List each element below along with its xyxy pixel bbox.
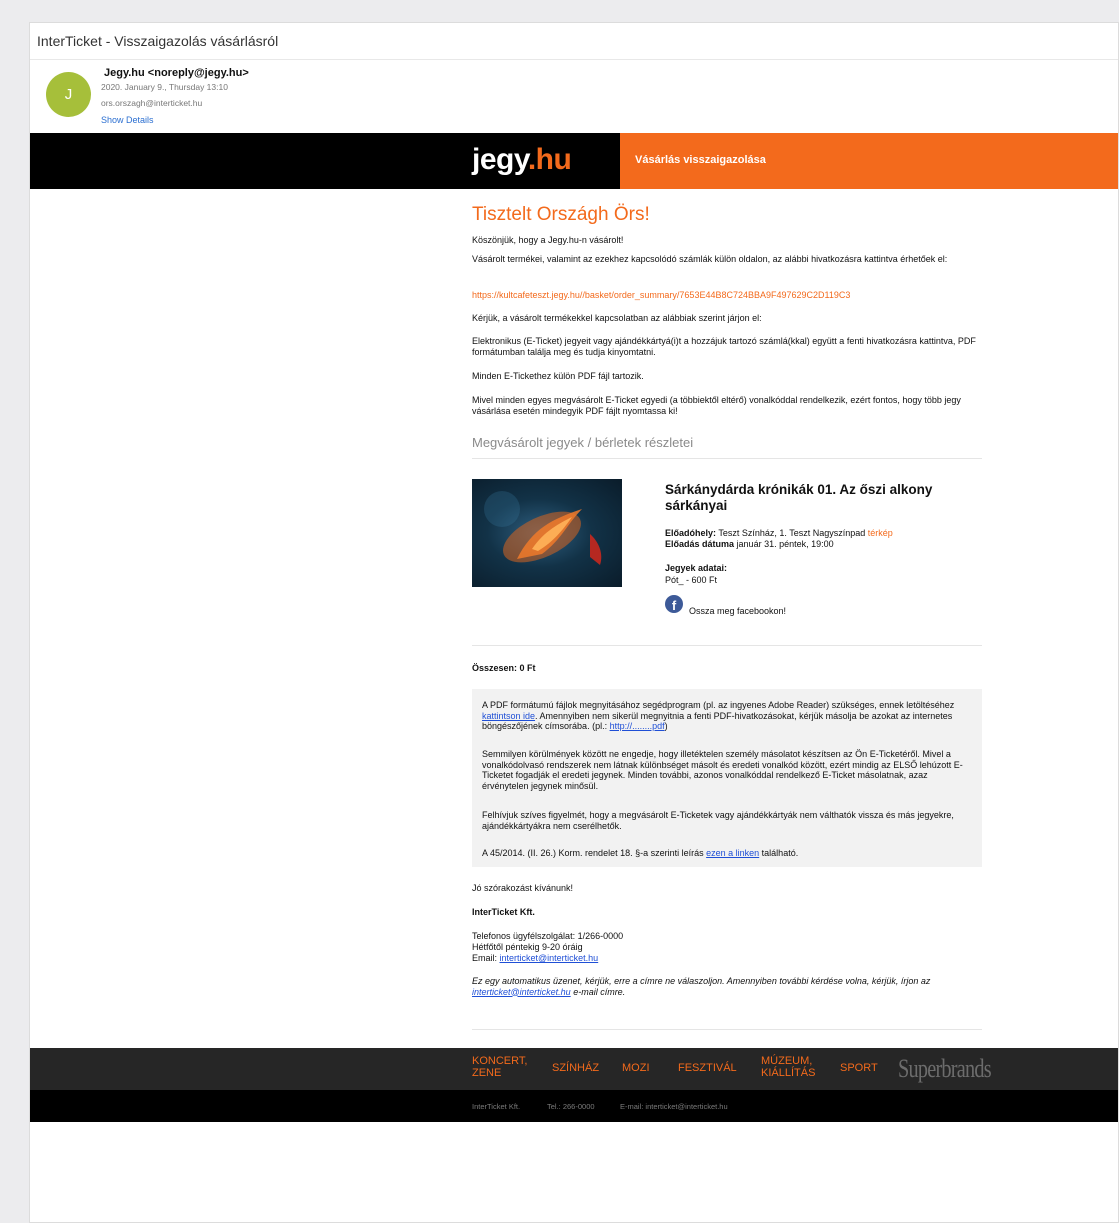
avatar: J <box>46 72 91 117</box>
superbrands-logo: Superbrands <box>898 1054 992 1083</box>
note-text: e-mail címre. <box>570 986 626 997</box>
divider <box>30 59 1118 60</box>
contact-email-link[interactable]: interticket@interticket.hu <box>472 987 571 997</box>
venue-line: Előadóhely: Teszt Színház, 1. Teszt Nagy… <box>665 528 893 538</box>
closing-wish: Jó szórakozást kívánunk! <box>472 883 574 893</box>
note-text: ) <box>664 721 668 731</box>
footer-info: InterTicket Kft. Tel.: 266-0000 E-mail: … <box>30 1090 1118 1122</box>
nav-label: kiállítás <box>761 1067 816 1079</box>
date-label: Előadás dátuma <box>665 539 735 549</box>
ticket-item: Pót_ - 600 Ft <box>665 575 718 585</box>
footer-email: E-mail: interticket@interticket.hu <box>620 1102 728 1111</box>
nav-label: Múzeum, <box>761 1055 813 1067</box>
barcode-info-text: Mivel minden egyes megvásárolt E-Ticket … <box>472 395 961 416</box>
instructions-intro: Kérjük, a vásárolt termékekkel kapcsolat… <box>472 313 762 323</box>
event-image <box>472 479 622 587</box>
footer-nav: Koncert, zene Színház Mozi Fesztivál Múze… <box>30 1048 1118 1090</box>
nav-szinhaz[interactable]: Színház <box>552 1062 599 1074</box>
divider <box>472 1029 982 1030</box>
tickets-heading: Jegyek adatai: <box>665 563 728 573</box>
banner-title: Vásárlás visszaigazolása <box>635 154 766 166</box>
jegy-hu-logo[interactable]: jegy.hu <box>472 143 572 177</box>
support-hours: Hétfőtől péntekig 9-20 óráig <box>472 942 583 952</box>
regulation-link[interactable]: ezen a linken <box>706 848 759 858</box>
nav-label: Koncert, <box>472 1055 528 1067</box>
pdf-reader-note: A PDF formátumú fájlok megnyitásához seg… <box>482 700 972 732</box>
note-text: . Amennyiben nem sikerül megnyitnia a fe… <box>482 710 953 732</box>
section-title: Megvásárolt jegyek / bérletek részletei <box>472 435 694 450</box>
pdf-per-ticket-text: Minden E-Tickethez külön PDF fájl tartoz… <box>472 371 644 381</box>
sent-date: 2020. January 9., Thursday 13:10 <box>101 82 228 92</box>
email-subject: InterTicket - Visszaigazolás vásárlásról <box>37 33 279 49</box>
venue-label: Előadóhely: <box>665 528 717 538</box>
support-email-link[interactable]: interticket@interticket.hu <box>500 953 599 963</box>
event-title[interactable]: Sárkánydárda krónikák 01. Az őszi alkony… <box>665 482 965 514</box>
event-image-art <box>484 491 602 565</box>
show-details-link[interactable]: Show Details <box>101 115 154 125</box>
email-window: InterTicket - Visszaigazolás vásárlásról… <box>29 22 1119 1223</box>
map-link[interactable]: térkép <box>868 528 893 538</box>
automatic-message-note: Ez egy automatikus üzenet, kérjük, erre … <box>472 976 977 997</box>
note-text: található. <box>759 848 799 858</box>
footer-phone: Tel.: 266-0000 <box>547 1102 595 1111</box>
note-text: Ez egy automatikus üzenet, kérjük, erre … <box>472 976 931 986</box>
company-name: InterTicket Kft. <box>472 907 535 917</box>
info-box: A PDF formátumú fájlok megnyitásához seg… <box>472 689 982 867</box>
regulation-note: A 45/2014. (II. 26.) Korm. rendelet 18. … <box>482 848 972 859</box>
footer-company: InterTicket Kft. <box>472 1102 521 1111</box>
note-text: A 45/2014. (II. 26.) Korm. rendelet 18. … <box>482 848 707 858</box>
order-summary-link[interactable]: https://kultcafeteszt.jegy.hu//basket/or… <box>472 290 850 300</box>
products-info-text: Vásárolt termékei, valamint az ezekhez k… <box>472 254 948 264</box>
date-value: január 31. péntek, 19:00 <box>736 539 834 549</box>
nav-fesztival[interactable]: Fesztivál <box>678 1062 737 1074</box>
email-banner: jegy.hu Vásárlás visszaigazolása <box>30 133 1118 189</box>
nav-label: zene <box>472 1067 502 1079</box>
logo-main: jegy <box>472 143 528 176</box>
recipient: ors.orszagh@interticket.hu <box>101 98 203 108</box>
thanks-text: Köszönjük, hogy a Jegy.hu-n vásárolt! <box>472 235 624 245</box>
order-total: Összesen: 0 Ft <box>472 663 536 673</box>
greeting: Tisztelt Országh Örs! <box>472 204 650 225</box>
copy-warning-note: Semmilyen körülmények között ne engedje,… <box>482 749 963 791</box>
sender: Jegy.hu <noreply@jegy.hu> <box>104 67 249 79</box>
venue-value: Teszt Színház, 1. Teszt Nagyszínpad <box>718 528 866 538</box>
eticket-info-text: Elektronikus (E-Ticket) jegyeit vagy ajá… <box>472 336 976 357</box>
nav-koncert-zene[interactable]: Koncert, zene <box>472 1055 527 1079</box>
facebook-icon[interactable]: f <box>665 595 683 613</box>
banner-title-band: Vásárlás visszaigazolása <box>620 133 1118 189</box>
divider <box>472 645 982 646</box>
support-email: Email: interticket@interticket.hu <box>472 953 598 964</box>
nav-mozi[interactable]: Mozi <box>622 1062 650 1074</box>
note-text: A PDF formátumú fájlok megnyitásához seg… <box>482 700 955 710</box>
nav-muzeum-kiallitas[interactable]: Múzeum, kiállítás <box>761 1055 815 1079</box>
support-phone: Telefonos ügyfélszolgálat: 1/266-0000 <box>472 931 624 941</box>
example-pdf-link[interactable]: http://........pdf <box>610 721 665 731</box>
refund-note: Felhívjuk szíves figyelmét, hogy a megvá… <box>482 810 954 831</box>
download-reader-link[interactable]: kattintson ide <box>482 711 535 721</box>
divider <box>472 458 982 459</box>
nav-sport[interactable]: Sport <box>840 1062 878 1074</box>
email-label: Email: <box>472 953 500 963</box>
logo-suffix: .hu <box>527 143 572 176</box>
share-facebook-link[interactable]: Ossza meg facebookon! <box>689 606 786 616</box>
date-line: Előadás dátuma január 31. péntek, 19:00 <box>665 539 834 549</box>
